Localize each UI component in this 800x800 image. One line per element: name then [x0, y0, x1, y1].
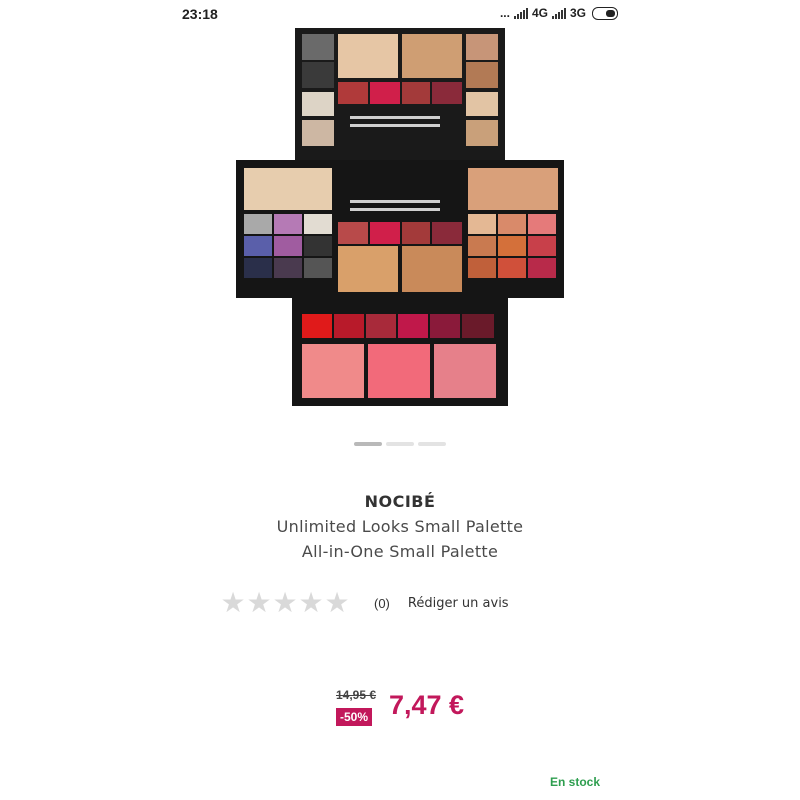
network-type-2: 3G — [569, 6, 586, 20]
discount-badge: -50% — [336, 708, 373, 726]
star-icon: ★ — [220, 586, 246, 619]
status-icons: ... 4G 3G — [500, 6, 618, 20]
star-icon: ★ — [246, 586, 272, 619]
network-type-1: 4G — [531, 6, 548, 20]
rating-stars[interactable]: ★ ★ ★ ★ ★ — [220, 588, 350, 618]
product-page: 23:18 ... 4G 3G NOCIBÉ Unlimited Looks S… — [170, 0, 630, 800]
old-price: 14,95 € — [336, 688, 377, 702]
star-icon: ★ — [272, 586, 298, 619]
more-dots-icon: ... — [499, 6, 510, 20]
status-time: 23:18 — [182, 6, 218, 22]
brand-name[interactable]: NOCIBÉ — [170, 492, 630, 511]
stock-status: En stock — [550, 775, 601, 789]
star-icon: ★ — [298, 586, 324, 619]
carousel-dot-3[interactable] — [418, 442, 446, 446]
carousel-dots — [354, 442, 446, 446]
rating-row: ★ ★ ★ ★ ★ (0) Rédiger un avis — [220, 588, 509, 618]
star-icon: ★ — [324, 586, 350, 619]
carousel-dot-1[interactable] — [354, 442, 382, 446]
review-count: (0) — [374, 595, 390, 611]
signal-icon — [513, 7, 528, 19]
makeup-palette-image — [236, 28, 564, 406]
product-name-line2: All-in-One Small Palette — [301, 542, 499, 561]
write-review-link[interactable]: Rédiger un avis — [408, 596, 509, 611]
carousel-dot-2[interactable] — [386, 442, 414, 446]
signal-icon-2 — [551, 7, 566, 19]
product-name-line1: Unlimited Looks Small Palette — [276, 517, 524, 536]
battery-icon — [592, 6, 618, 20]
product-image[interactable] — [230, 24, 570, 414]
current-price: 7,47 € — [389, 690, 465, 720]
